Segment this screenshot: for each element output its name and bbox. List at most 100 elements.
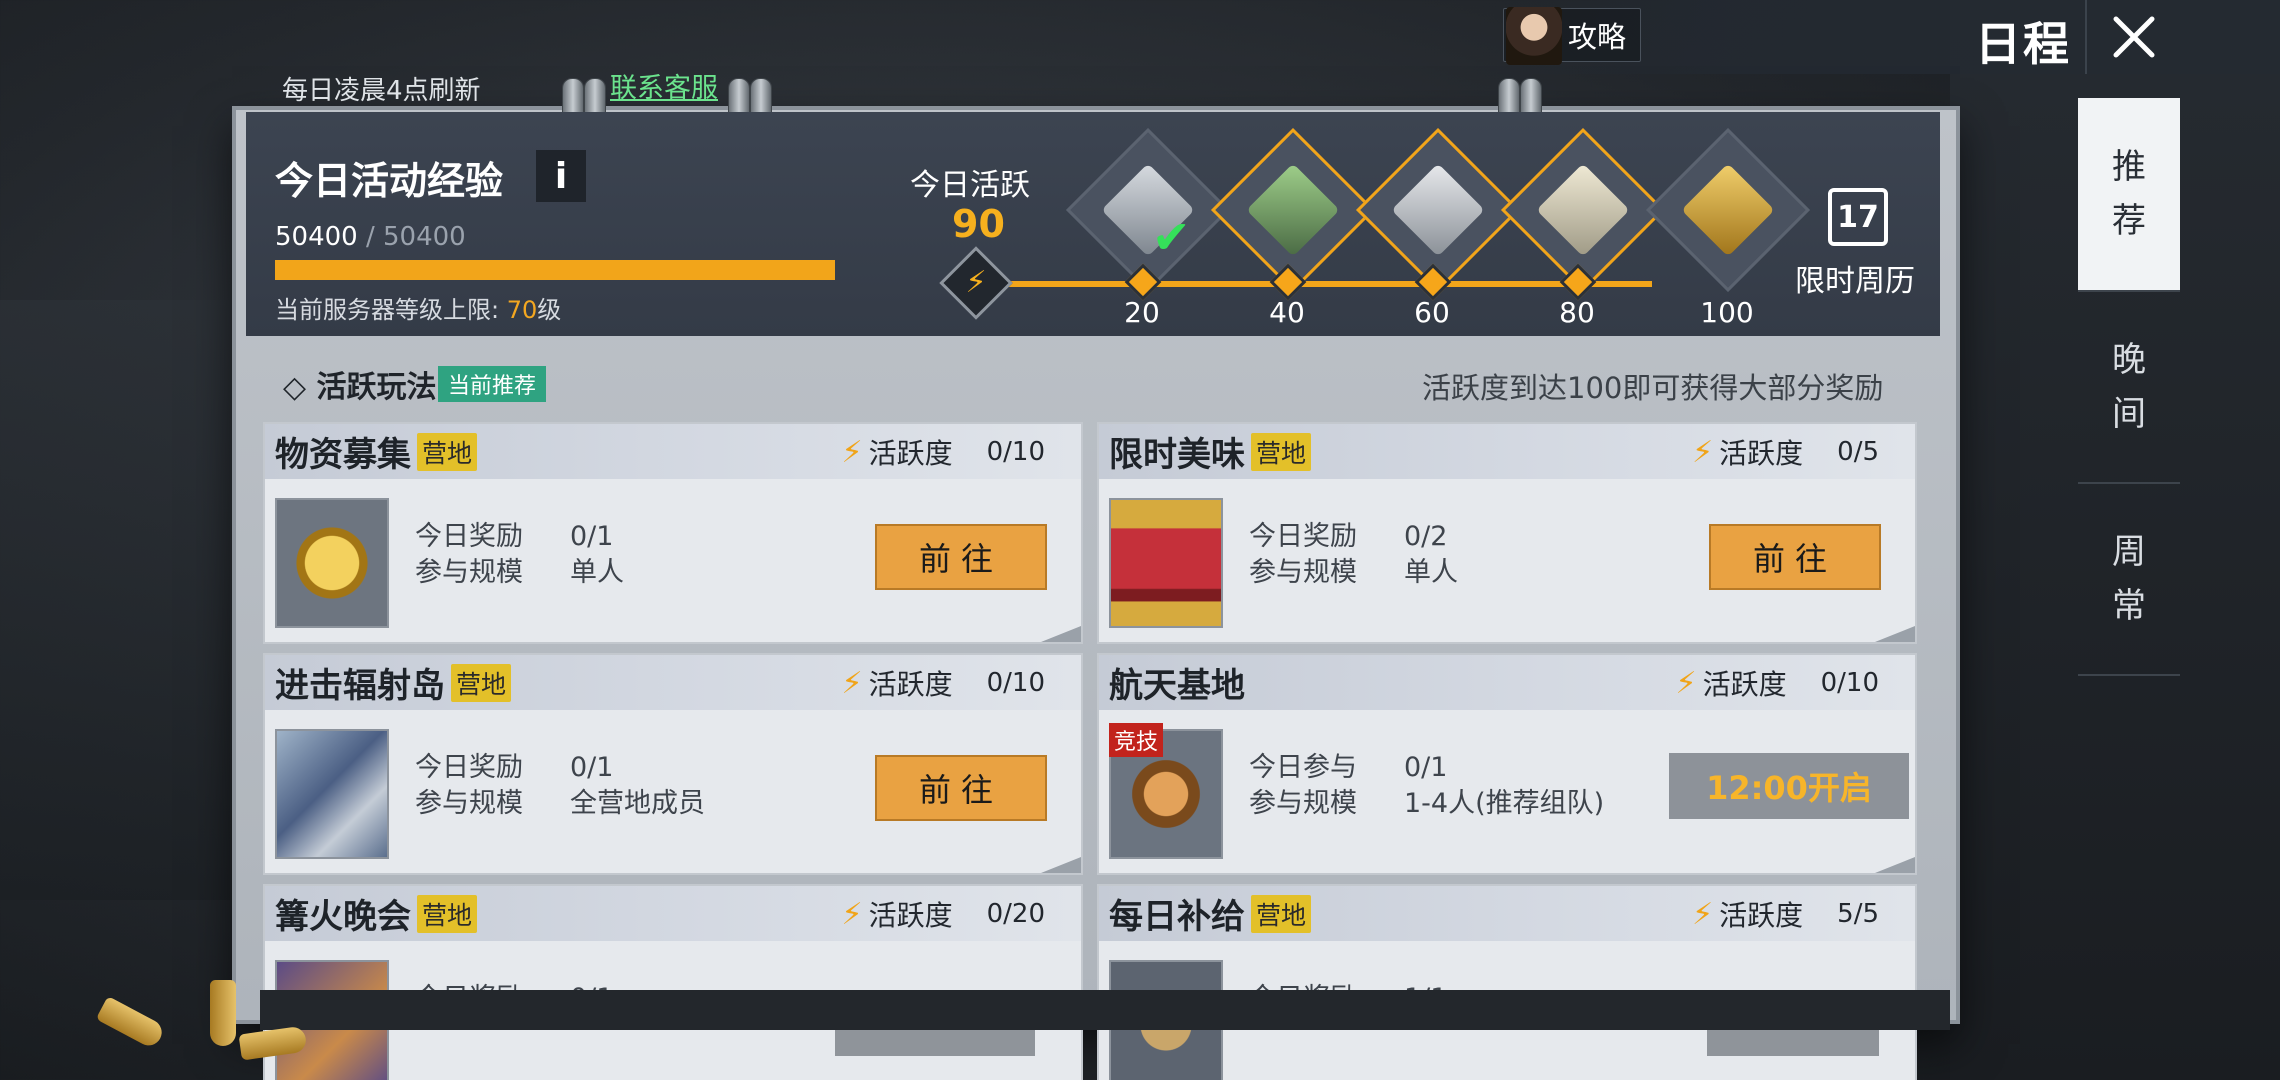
support-link[interactable]: 联系客服 xyxy=(610,66,718,105)
reward-value: 0/1 xyxy=(1404,752,1448,783)
activity-value: 0/10 xyxy=(986,437,1045,467)
active-progress-track xyxy=(990,281,1652,287)
card-corner xyxy=(1875,857,1915,873)
reward-value: 0/1 xyxy=(570,521,614,552)
card-labels: 今日奖励 参与规模 xyxy=(415,750,523,822)
background-shelf xyxy=(0,300,230,900)
card-labels: 今日奖励 参与规模 xyxy=(1249,519,1357,591)
camp-tag: 营地 xyxy=(1251,894,1312,933)
activity-value: 0/5 xyxy=(1837,437,1879,467)
today-active-label: 今日活跃 xyxy=(910,168,1030,203)
tab-label: 常 xyxy=(2112,586,2146,626)
milestone-label: 20 xyxy=(1124,296,1160,329)
scale-value: 1-4人(推荐组队) xyxy=(1404,788,1605,819)
side-tabs: 推 荐 晚 间 周 常 xyxy=(2078,98,2180,676)
card-title: 物资募集 xyxy=(275,435,411,475)
go-button[interactable]: 前往 xyxy=(1709,524,1881,590)
activity-value: 0/10 xyxy=(1820,668,1879,698)
exp-progress-bar xyxy=(275,260,835,280)
bolt-icon: ⚡ xyxy=(841,434,863,470)
exp-title: 今日活动经验 xyxy=(275,159,504,203)
card-corner xyxy=(1041,626,1081,642)
section-hint: 活跃度到达100即可获得大部分奖励 xyxy=(1422,371,1884,405)
activity-points: ⚡ 活跃度 0/10 xyxy=(1676,663,1879,703)
card-title: 限时美味 xyxy=(1109,435,1245,475)
radiation-device-icon xyxy=(275,729,389,859)
close-icon xyxy=(2113,16,2155,58)
reward-label: 今日奖励 xyxy=(1249,521,1357,552)
timed-open-button[interactable]: 12:00开启 xyxy=(1669,753,1909,819)
milestone-label: 80 xyxy=(1559,296,1595,329)
tab-label: 周 xyxy=(2112,532,2146,572)
check-icon: ✔ xyxy=(1152,210,1191,264)
activity-card: 篝火晚会 营地 ⚡活跃度0/20 今日奖励 0/1 xyxy=(263,884,1083,1080)
card-corner xyxy=(1041,857,1081,873)
activity-points: ⚡ 活跃度 0/20 xyxy=(842,894,1045,934)
activity-label: 活跃度 xyxy=(1702,668,1787,701)
scale-value: 单人 xyxy=(570,557,624,588)
calendar-label[interactable]: 限时周历 xyxy=(1795,256,1915,300)
board-bottom-edge xyxy=(260,990,1950,1030)
card-title: 篝火晚会 xyxy=(275,897,411,937)
exp-separator: / xyxy=(357,222,384,252)
bullet-decoration xyxy=(95,996,167,1050)
activity-points: ⚡ 活跃度 0/5 xyxy=(1692,432,1879,472)
join-label: 今日参与 xyxy=(1249,752,1357,783)
exp-max: 50400 xyxy=(383,222,466,252)
server-cap-prefix: 当前服务器等级上限: xyxy=(275,296,507,324)
guide-avatar xyxy=(1506,7,1562,65)
scale-label: 参与规模 xyxy=(1249,788,1357,819)
tab-weekly[interactable]: 周 常 xyxy=(2078,484,2180,676)
card-values: 0/1 1-4人(推荐组队) xyxy=(1404,750,1604,822)
reward-label: 今日奖励 xyxy=(415,752,523,783)
today-active-value: 90 xyxy=(952,202,1005,246)
scale-label: 参与规模 xyxy=(415,557,523,588)
activity-value: 0/20 xyxy=(986,899,1045,929)
bolt-icon: ⚡ xyxy=(1692,896,1714,932)
card-corner xyxy=(1875,626,1915,642)
reward-value: 0/2 xyxy=(1404,521,1448,552)
camp-tag: 营地 xyxy=(417,432,478,471)
close-button[interactable] xyxy=(2085,0,2181,74)
go-button[interactable]: 前往 xyxy=(875,524,1047,590)
tab-label: 间 xyxy=(2112,394,2146,434)
scale-label: 参与规模 xyxy=(1249,557,1357,588)
calendar-icon[interactable]: 17 xyxy=(1828,188,1888,246)
food-chest-icon xyxy=(1109,498,1223,628)
activity-label: 活跃度 xyxy=(868,899,953,932)
activity-card: 航天基地 ⚡ 活跃度 0/10 竞技 今日参与 参与规模 0/1 1-4人(推荐组队) … xyxy=(1097,653,1917,875)
activity-label: 活跃度 xyxy=(1719,437,1804,470)
milestone-label: 40 xyxy=(1269,296,1305,329)
card-title: 每日补给 xyxy=(1109,897,1245,937)
info-button[interactable]: i xyxy=(536,150,586,202)
gold-coin-icon xyxy=(275,498,389,628)
scale-value: 全营地成员 xyxy=(570,788,705,819)
milestone-label: 100 xyxy=(1700,296,1754,329)
tab-recommended[interactable]: 推 荐 xyxy=(2078,98,2180,292)
card-values: 0/1 全营地成员 xyxy=(570,750,705,822)
bolt-icon: ⚡ xyxy=(1675,665,1697,701)
exp-value: 50400 / 50400 xyxy=(275,222,466,252)
go-button[interactable]: 前往 xyxy=(875,755,1047,821)
activity-value: 0/10 xyxy=(986,668,1045,698)
section-title: ◇ 活跃玩法 xyxy=(283,370,437,405)
server-level-cap: 当前服务器等级上限: 70级 xyxy=(275,290,561,325)
server-cap-suffix: 级 xyxy=(537,296,562,324)
guide-button[interactable]: 攻略 xyxy=(1503,7,1642,65)
activity-label: 活跃度 xyxy=(1719,899,1804,932)
activity-card: 限时美味 营地 ⚡ 活跃度 0/5 今日奖励 参与规模 0/2 单人 前往 xyxy=(1097,422,1917,644)
camp-tag: 营地 xyxy=(1251,432,1312,471)
schedule-title: 日程 xyxy=(1975,17,2071,71)
activity-points: ⚡ 活跃度 0/10 xyxy=(842,663,1045,703)
pvp-tag: 竞技 xyxy=(1109,723,1164,757)
card-title: 航天基地 xyxy=(1109,666,1245,706)
tab-evening[interactable]: 晚 间 xyxy=(2078,292,2180,484)
camp-tag: 营地 xyxy=(451,663,512,702)
activity-card: 进击辐射岛 营地 ⚡ 活跃度 0/10 今日奖励 参与规模 0/1 全营地成员 前往 xyxy=(263,653,1083,875)
scale-value: 单人 xyxy=(1404,557,1458,588)
activity-points: ⚡ 活跃度 0/10 xyxy=(842,432,1045,472)
activity-points: ⚡ 活跃度 5/5 xyxy=(1692,894,1879,934)
activity-card: 物资募集 营地 ⚡ 活跃度 0/10 今日奖励 参与规模 0/1 单人 前往 xyxy=(263,422,1083,644)
bolt-icon: ⚡ xyxy=(841,896,863,932)
guide-label: 攻略 xyxy=(1568,20,1627,54)
